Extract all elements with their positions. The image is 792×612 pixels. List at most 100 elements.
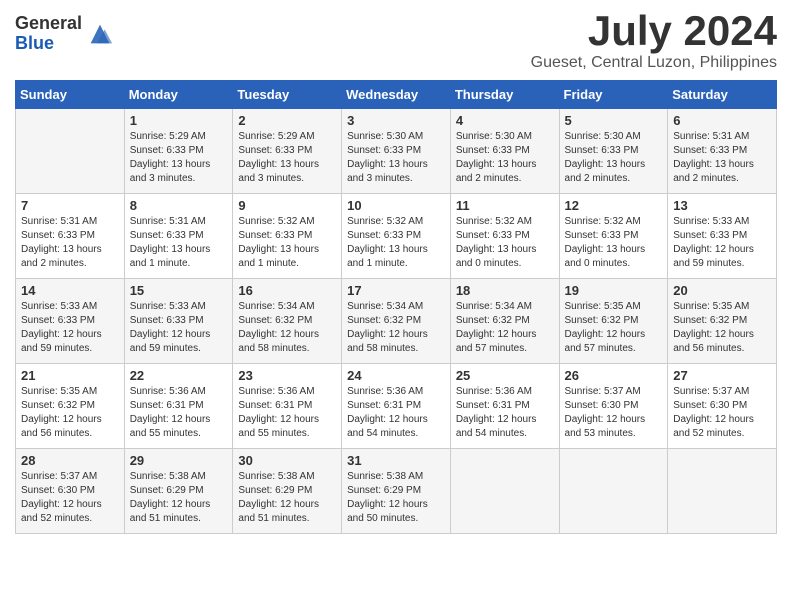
day-number: 24 [347,368,445,383]
calendar-cell: 23 Sunrise: 5:36 AM Sunset: 6:31 PM Dayli… [233,364,342,449]
day-info: Sunrise: 5:38 AM Sunset: 6:29 PM Dayligh… [347,470,445,526]
day-number: 21 [21,368,119,383]
day-number: 3 [347,113,445,128]
day-info: Sunrise: 5:38 AM Sunset: 6:29 PM Dayligh… [238,470,336,526]
day-number: 22 [130,368,228,383]
calendar-cell: 21 Sunrise: 5:35 AM Sunset: 6:32 PM Dayli… [16,364,125,449]
day-number: 16 [238,283,336,298]
day-number: 4 [456,113,554,128]
day-info: Sunrise: 5:37 AM Sunset: 6:30 PM Dayligh… [673,385,771,441]
title-area: July 2024 Gueset, Central Luzon, Philipp… [531,10,777,72]
calendar-cell: 19Sunrise: 5:35 AM Sunset: 6:32 PM Dayli… [559,279,668,364]
day-number: 1 [130,113,228,128]
calendar-table: SundayMondayTuesdayWednesdayThursdayFrid… [15,80,777,534]
day-number: 27 [673,368,771,383]
calendar-cell: 30 Sunrise: 5:38 AM Sunset: 6:29 PM Dayli… [233,449,342,534]
day-info: Sunrise: 5:35 AM Sunset: 6:32 PM Dayligh… [673,300,771,356]
month-title: July 2024 [531,10,777,52]
day-number: 29 [130,453,228,468]
day-number: 18 [456,283,554,298]
day-info: Sunrise: 5:33 AM Sunset: 6:33 PM Dayligh… [130,300,228,356]
day-number: 9 [238,198,336,213]
day-number: 5 [565,113,663,128]
day-info: Sunrise: 5:32 AM Sunset: 6:33 PM Dayligh… [238,215,336,271]
calendar-cell: 17 Sunrise: 5:34 AM Sunset: 6:32 PM Dayli… [342,279,451,364]
calendar-cell [450,449,559,534]
calendar-cell: 18 Sunrise: 5:34 AM Sunset: 6:32 PM Dayli… [450,279,559,364]
day-number: 2 [238,113,336,128]
calendar-week-row: 7 Sunrise: 5:31 AM Sunset: 6:33 PM Daylig… [16,194,777,279]
day-info: Sunrise: 5:36 AM Sunset: 6:31 PM Dayligh… [456,385,554,441]
calendar-cell: 8 Sunrise: 5:31 AM Sunset: 6:33 PM Daylig… [124,194,233,279]
calendar-cell: 1 Sunrise: 5:29 AM Sunset: 6:33 PM Daylig… [124,109,233,194]
day-number: 26 [565,368,663,383]
calendar-cell: 20Sunrise: 5:35 AM Sunset: 6:32 PM Dayli… [668,279,777,364]
day-number: 8 [130,198,228,213]
day-info: Sunrise: 5:31 AM Sunset: 6:33 PM Dayligh… [130,215,228,271]
calendar-header-row: SundayMondayTuesdayWednesdayThursdayFrid… [16,81,777,109]
day-number: 30 [238,453,336,468]
day-info: Sunrise: 5:30 AM Sunset: 6:33 PM Dayligh… [565,130,663,186]
day-number: 31 [347,453,445,468]
logo: General Blue [15,14,114,54]
day-info: Sunrise: 5:32 AM Sunset: 6:33 PM Dayligh… [347,215,445,271]
calendar-cell: 10 Sunrise: 5:32 AM Sunset: 6:33 PM Dayli… [342,194,451,279]
header-monday: Monday [124,81,233,109]
day-info: Sunrise: 5:29 AM Sunset: 6:33 PM Dayligh… [130,130,228,186]
page-header: General Blue July 2024 Gueset, Central L… [15,10,777,72]
day-info: Sunrise: 5:31 AM Sunset: 6:33 PM Dayligh… [673,130,771,186]
calendar-cell: 3 Sunrise: 5:30 AM Sunset: 6:33 PM Daylig… [342,109,451,194]
day-info: Sunrise: 5:33 AM Sunset: 6:33 PM Dayligh… [673,215,771,271]
calendar-cell: 5 Sunrise: 5:30 AM Sunset: 6:33 PM Daylig… [559,109,668,194]
day-info: Sunrise: 5:32 AM Sunset: 6:33 PM Dayligh… [456,215,554,271]
day-number: 12 [565,198,663,213]
day-info: Sunrise: 5:37 AM Sunset: 6:30 PM Dayligh… [565,385,663,441]
header-friday: Friday [559,81,668,109]
day-number: 28 [21,453,119,468]
day-info: Sunrise: 5:36 AM Sunset: 6:31 PM Dayligh… [130,385,228,441]
logo-blue-text: Blue [15,34,82,54]
calendar-week-row: 28 Sunrise: 5:37 AM Sunset: 6:30 PM Dayli… [16,449,777,534]
day-info: Sunrise: 5:30 AM Sunset: 6:33 PM Dayligh… [347,130,445,186]
calendar-cell: 13 Sunrise: 5:33 AM Sunset: 6:33 PM Dayli… [668,194,777,279]
day-number: 13 [673,198,771,213]
calendar-cell: 15 Sunrise: 5:33 AM Sunset: 6:33 PM Dayli… [124,279,233,364]
calendar-week-row: 1 Sunrise: 5:29 AM Sunset: 6:33 PM Daylig… [16,109,777,194]
calendar-cell: 14Sunrise: 5:33 AM Sunset: 6:33 PM Dayli… [16,279,125,364]
day-info: Sunrise: 5:36 AM Sunset: 6:31 PM Dayligh… [238,385,336,441]
day-info: Sunrise: 5:35 AM Sunset: 6:32 PM Dayligh… [21,385,119,441]
day-number: 10 [347,198,445,213]
day-info: Sunrise: 5:34 AM Sunset: 6:32 PM Dayligh… [238,300,336,356]
calendar-cell: 25 Sunrise: 5:36 AM Sunset: 6:31 PM Dayli… [450,364,559,449]
header-tuesday: Tuesday [233,81,342,109]
day-info: Sunrise: 5:37 AM Sunset: 6:30 PM Dayligh… [21,470,119,526]
day-number: 19 [565,283,663,298]
day-number: 25 [456,368,554,383]
calendar-cell: 11 Sunrise: 5:32 AM Sunset: 6:33 PM Dayli… [450,194,559,279]
calendar-cell: 9 Sunrise: 5:32 AM Sunset: 6:33 PM Daylig… [233,194,342,279]
day-number: 23 [238,368,336,383]
day-number: 7 [21,198,119,213]
calendar-cell: 28 Sunrise: 5:37 AM Sunset: 6:30 PM Dayli… [16,449,125,534]
day-info: Sunrise: 5:34 AM Sunset: 6:32 PM Dayligh… [456,300,554,356]
calendar-cell: 31 Sunrise: 5:38 AM Sunset: 6:29 PM Dayli… [342,449,451,534]
calendar-cell: 2 Sunrise: 5:29 AM Sunset: 6:33 PM Daylig… [233,109,342,194]
location: Gueset, Central Luzon, Philippines [531,54,777,72]
day-number: 6 [673,113,771,128]
calendar-cell: 4Sunrise: 5:30 AM Sunset: 6:33 PM Daylig… [450,109,559,194]
calendar-week-row: 21 Sunrise: 5:35 AM Sunset: 6:32 PM Dayli… [16,364,777,449]
calendar-cell [16,109,125,194]
calendar-cell: 22 Sunrise: 5:36 AM Sunset: 6:31 PM Dayli… [124,364,233,449]
header-thursday: Thursday [450,81,559,109]
day-number: 11 [456,198,554,213]
logo-general-text: General [15,14,82,34]
day-info: Sunrise: 5:38 AM Sunset: 6:29 PM Dayligh… [130,470,228,526]
day-info: Sunrise: 5:34 AM Sunset: 6:32 PM Dayligh… [347,300,445,356]
day-info: Sunrise: 5:29 AM Sunset: 6:33 PM Dayligh… [238,130,336,186]
day-number: 17 [347,283,445,298]
day-info: Sunrise: 5:36 AM Sunset: 6:31 PM Dayligh… [347,385,445,441]
calendar-cell: 16 Sunrise: 5:34 AM Sunset: 6:32 PM Dayli… [233,279,342,364]
day-number: 14 [21,283,119,298]
day-number: 15 [130,283,228,298]
day-info: Sunrise: 5:32 AM Sunset: 6:33 PM Dayligh… [565,215,663,271]
